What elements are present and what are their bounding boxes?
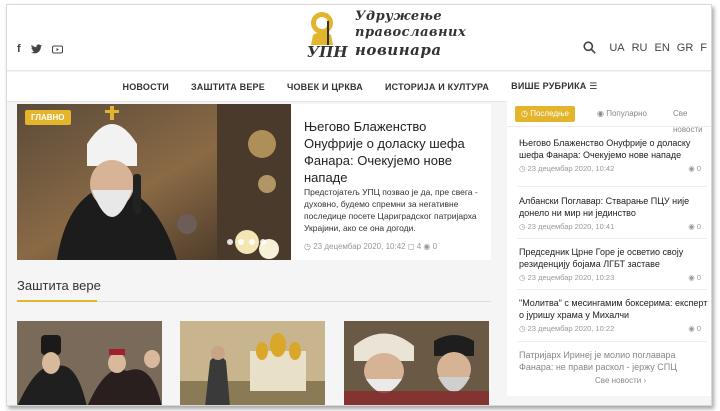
list-item-views: 0 — [696, 324, 701, 333]
lang-f[interactable]: F — [700, 42, 707, 54]
logo-abbr: УПН — [307, 43, 348, 61]
list-item-views: 0 — [696, 273, 701, 282]
nav-item-news[interactable]: НОВОСТИ — [123, 82, 169, 92]
featured-excerpt: Предстојатељ УПЦ позвао је да, пре свега… — [304, 187, 478, 233]
article-thumbnail[interactable] — [180, 321, 325, 405]
list-item-meta: ◷ 23 децембар 2020, 10:23 ◉ 0 — [519, 273, 701, 282]
list-item-date: 23 децембар 2020, 10:23 — [527, 273, 615, 282]
facebook-icon[interactable]: f — [17, 43, 21, 55]
featured-title[interactable]: Његово Блаженство Онуфрије о доласку шеф… — [304, 118, 484, 186]
featured-badge: ГЛАВНО — [25, 110, 71, 125]
logo-line-2: православних — [355, 25, 467, 40]
list-divider — [517, 341, 707, 342]
list-item-title[interactable]: Албански Поглавар: Стварање ПЦУ није дон… — [519, 195, 709, 219]
lang-en[interactable]: EN — [654, 42, 669, 54]
section-accent — [17, 300, 97, 302]
eye-icon: ◉ — [597, 109, 607, 118]
list-item-title[interactable]: "Молитва" с месингамим боксерима: експер… — [519, 297, 709, 321]
list-item-title[interactable]: Његово Блаженство Онуфрије о доласку шеф… — [519, 137, 709, 161]
featured-date: 23 децембар 2020, 10:42 — [313, 242, 406, 251]
tab-latest[interactable]: ◷ Последње — [515, 106, 575, 122]
featured-comments: 4 — [416, 242, 422, 251]
all-news-link[interactable]: Све новости › — [595, 376, 646, 385]
clock-icon: ◷ — [521, 109, 531, 118]
social-links: f — [17, 43, 63, 55]
browser-frame: f УПН Удружење православних новинара UA … — [6, 4, 712, 406]
list-item-meta: ◷ 23 децембар 2020, 10:42 ◉ 0 — [519, 164, 701, 173]
slider-dot[interactable] — [260, 239, 266, 245]
featured-article[interactable]: ГЛАВНО Његово Блаженство Онуфрије о дола… — [17, 104, 491, 260]
list-divider — [517, 238, 707, 239]
featured-meta: ◷ 23 децембар 2020, 10:42 ◻ 4 ◉ 0 — [304, 242, 437, 251]
list-item-views: 0 — [696, 222, 701, 231]
nav-item-history-culture[interactable]: ИСТОРИЈА И КУЛТУРА — [385, 82, 489, 92]
header-right: UA RU EN GR F — [583, 41, 707, 54]
featured-photo — [17, 104, 291, 260]
list-item-date: 23 децембар 2020, 10:41 — [527, 222, 615, 231]
youtube-icon[interactable] — [51, 45, 63, 54]
tab-latest-label: Последње — [530, 109, 569, 118]
list-item[interactable]: Патријарх Иринеј је молио поглавара Фана… — [519, 349, 711, 373]
eye-icon: ◉ — [423, 242, 431, 251]
lang-ua[interactable]: UA — [609, 42, 624, 54]
nav-item-man-and-church[interactable]: ЧОВЕК И ЦРКВА — [287, 82, 363, 92]
list-item-meta: ◷ 23 децембар 2020, 10:22 ◉ 0 — [519, 324, 701, 333]
list-item-title[interactable]: Председник Црне Горе је осветио своју ре… — [519, 246, 709, 270]
site-logo[interactable]: УПН Удружење православних новинара — [305, 7, 466, 65]
logo-line-3: новинара — [355, 41, 442, 59]
site-header: f УПН Удружење православних новинара UA … — [7, 5, 711, 71]
slider-dots — [227, 239, 266, 245]
tab-popular[interactable]: ◉ Популарно — [591, 106, 653, 122]
list-item-title[interactable]: Патријарх Иринеј је молио поглавара Фана… — [519, 349, 709, 373]
main-nav: НОВОСТИ ЗАШТИТА ВЕРЕ ЧОВЕК И ЦРКВА ИСТОР… — [7, 72, 711, 102]
list-item[interactable]: "Молитва" с месингамим боксерима: експер… — [519, 297, 711, 333]
article-thumbnail[interactable] — [344, 321, 489, 405]
list-divider — [517, 289, 707, 290]
clock-icon: ◷ — [304, 242, 311, 251]
list-divider — [517, 186, 707, 187]
news-sidebar: ◷ Последње ◉ Популарно Све новости Његов… — [507, 101, 711, 396]
slider-dot[interactable] — [249, 239, 255, 245]
section-title[interactable]: Заштита вере — [17, 278, 101, 293]
twitter-icon[interactable] — [30, 44, 42, 54]
tab-popular-label: Популарно — [606, 109, 647, 118]
list-item[interactable]: Његово Блаженство Онуфрије о доласку шеф… — [519, 137, 711, 173]
thumbnail-photo — [17, 321, 162, 405]
article-thumbnail[interactable] — [17, 321, 162, 405]
featured-views: 0 — [432, 242, 438, 251]
sidebar-tabs: ◷ Последње ◉ Популарно Све новости — [507, 101, 711, 134]
thumbnail-photo — [180, 321, 325, 405]
lang-gr[interactable]: GR — [677, 42, 694, 54]
logo-line-1: Удружење — [355, 9, 443, 24]
nav-item-faith-defense[interactable]: ЗАШТИТА ВЕРЕ — [191, 82, 265, 92]
slider-dot[interactable] — [238, 239, 244, 245]
slider-dot[interactable] — [227, 239, 233, 245]
list-item-meta: ◷ 23 децембар 2020, 10:41 ◉ 0 — [519, 222, 701, 231]
tab-all-news[interactable]: Све новости — [667, 106, 711, 134]
list-item-date: 23 децембар 2020, 10:22 — [527, 324, 615, 333]
thumbnail-photo — [344, 321, 489, 405]
comment-icon: ◻ — [407, 242, 415, 251]
tab-all-news-label: Све новости — [673, 109, 703, 134]
list-item-date: 23 децембар 2020, 10:42 — [527, 164, 615, 173]
nav-item-more-sections[interactable]: ВИШЕ РУБРИКА ☰ — [511, 81, 597, 92]
featured-image[interactable]: ГЛАВНО — [17, 104, 291, 260]
list-item[interactable]: Албански Поглавар: Стварање ПЦУ није дон… — [519, 195, 711, 231]
lang-ru[interactable]: RU — [632, 42, 648, 54]
search-icon[interactable] — [583, 41, 597, 54]
list-item-views: 0 — [696, 164, 701, 173]
list-item[interactable]: Председник Црне Горе је осветио своју ре… — [519, 246, 711, 282]
